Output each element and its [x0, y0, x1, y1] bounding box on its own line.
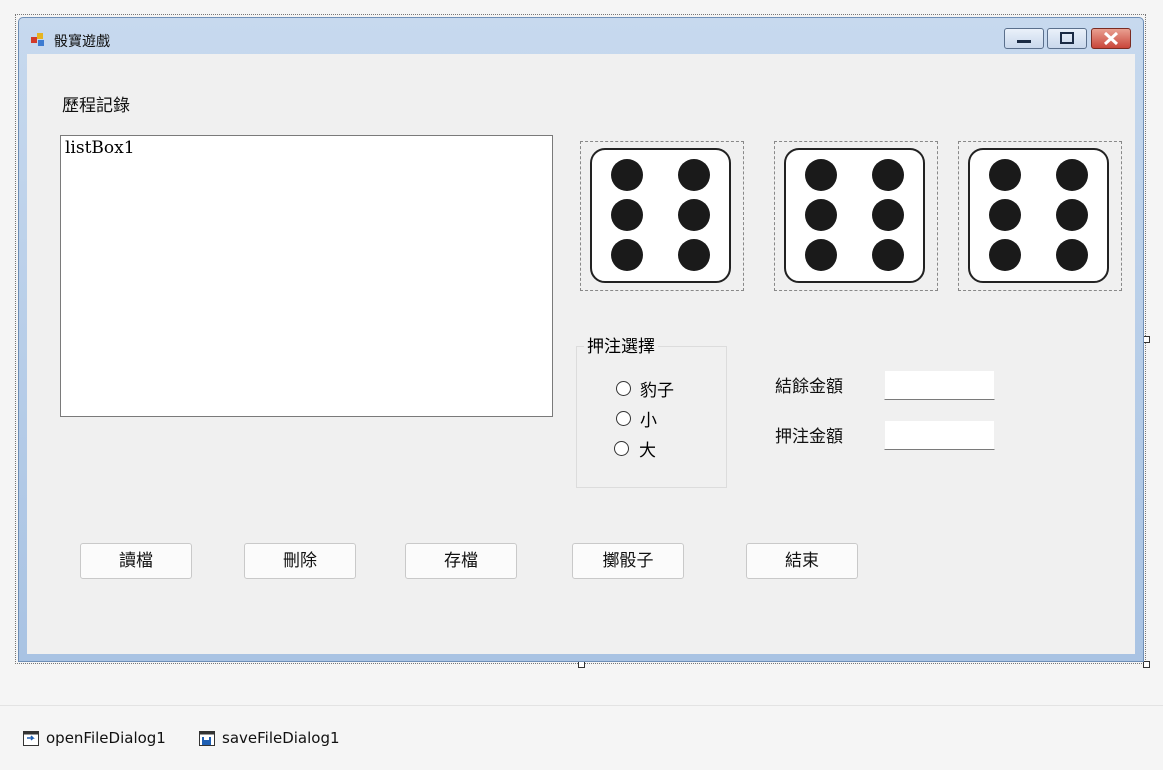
save-button[interactable]: 存檔 — [405, 543, 517, 579]
delete-button[interactable]: 刪除 — [244, 543, 356, 579]
maximize-button[interactable] — [1047, 28, 1087, 49]
component-tray-divider — [0, 705, 1163, 706]
history-label: 歷程記錄 — [62, 96, 130, 116]
history-listbox[interactable]: listBox1 — [60, 135, 553, 417]
exit-button[interactable]: 結束 — [746, 543, 858, 579]
roll-dice-button[interactable]: 擲骰子 — [572, 543, 684, 579]
listbox-text: listBox1 — [65, 138, 135, 158]
dice-1[interactable] — [580, 141, 744, 291]
form-window: 骰寶遊戲 歷程記錄 listBox1 押注選擇 豹子 小 大 結餘金額 押注金額… — [18, 17, 1144, 662]
radio-leopard[interactable] — [616, 381, 631, 396]
die-six-icon — [968, 148, 1109, 283]
bet-amount-label: 押注金額 — [775, 427, 843, 447]
load-button[interactable]: 讀檔 — [80, 543, 192, 579]
resize-handle-bottom[interactable] — [578, 661, 585, 668]
close-icon — [1103, 31, 1119, 46]
radio-big-label: 大 — [639, 441, 656, 461]
close-button[interactable] — [1091, 28, 1131, 49]
designer-surface: 骰寶遊戲 歷程記錄 listBox1 押注選擇 豹子 小 大 結餘金額 押注金額… — [0, 0, 1163, 700]
minimize-icon — [1017, 40, 1031, 43]
save-file-dialog-icon — [199, 731, 215, 746]
radio-leopard-label: 豹子 — [640, 381, 674, 401]
open-file-dialog-component[interactable]: openFileDialog1 — [46, 729, 166, 747]
balance-label: 結餘金額 — [775, 377, 843, 397]
resize-handle-right[interactable] — [1143, 336, 1150, 343]
window-title: 骰寶遊戲 — [54, 34, 110, 50]
app-icon — [31, 33, 47, 47]
maximize-icon — [1060, 32, 1074, 44]
dice-2[interactable] — [774, 141, 938, 291]
minimize-button[interactable] — [1004, 28, 1044, 49]
radio-small[interactable] — [616, 411, 631, 426]
open-file-dialog-icon — [23, 731, 39, 746]
die-six-icon — [784, 148, 925, 283]
title-bar[interactable]: 骰寶遊戲 — [19, 18, 1143, 54]
bet-choice-title: 押注選擇 — [584, 332, 658, 357]
resize-handle-corner[interactable] — [1143, 661, 1150, 668]
radio-big[interactable] — [614, 441, 629, 456]
die-six-icon — [590, 148, 731, 283]
save-file-dialog-component[interactable]: saveFileDialog1 — [222, 729, 340, 747]
bet-amount-field[interactable] — [884, 420, 995, 450]
form-client-area: 歷程記錄 listBox1 押注選擇 豹子 小 大 結餘金額 押注金額 讀檔 刪… — [27, 54, 1135, 654]
balance-field[interactable] — [884, 370, 995, 400]
radio-small-label: 小 — [640, 411, 657, 431]
dice-3[interactable] — [958, 141, 1122, 291]
